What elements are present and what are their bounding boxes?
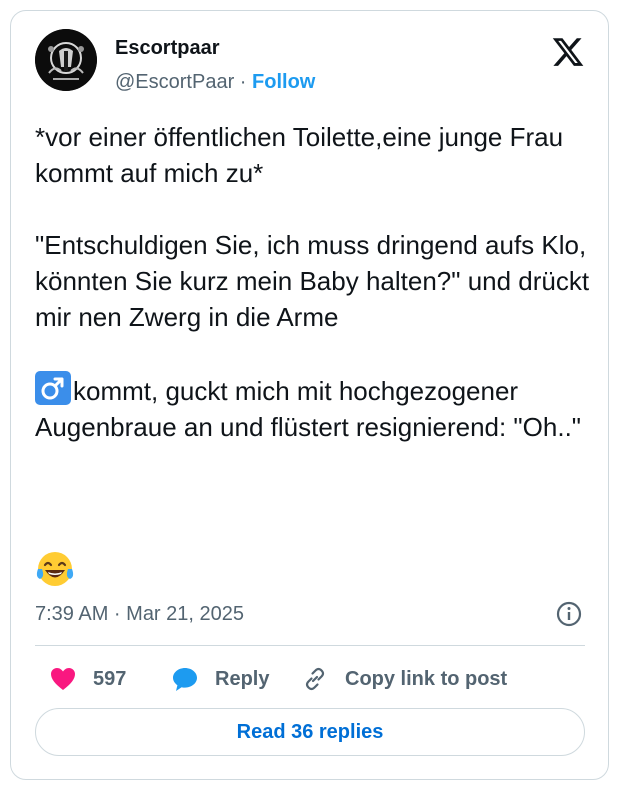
author-handle[interactable]: @EscortPaar: [115, 71, 234, 93]
reply-icon: [173, 668, 197, 691]
link-icon: [305, 667, 325, 691]
male-sign-icon: [35, 371, 71, 405]
avatar-image: [35, 29, 97, 91]
handle-separator: ·: [234, 71, 253, 93]
tweet-card: Escortpaar @EscortPaar · Follow *vor ein…: [10, 10, 609, 780]
info-icon[interactable]: [555, 600, 583, 628]
copy-link-button[interactable]: Copy link to post: [301, 657, 507, 701]
tweet-line-1: *vor einer öffentlichen Toilette,eine ju…: [35, 122, 564, 188]
heart-icon: [51, 668, 75, 690]
like-button[interactable]: 597: [49, 657, 126, 701]
face-with-tears-of-joy-icon: [36, 552, 74, 586]
avatar[interactable]: [35, 29, 97, 91]
follow-button[interactable]: Follow: [252, 71, 315, 93]
author-display-name[interactable]: Escortpaar: [115, 37, 220, 60]
read-replies-button[interactable]: Read 36 replies: [35, 708, 585, 756]
reply-button[interactable]: Reply: [171, 657, 269, 701]
author-handle-row: @EscortPaar · Follow: [115, 71, 315, 94]
x-logo-icon[interactable]: [551, 35, 585, 69]
tweet-timestamp[interactable]: 7:39 AM · Mar 21, 2025: [35, 603, 244, 626]
copy-link-label: Copy link to post: [345, 667, 508, 690]
tweet-actions: 597 Reply Copy link to post: [35, 657, 595, 701]
tweet-text: *vor einer öffentlichen Toilette,eine ju…: [35, 119, 595, 445]
reply-label: Reply: [215, 667, 270, 690]
tweet-line-3: kommt, guckt mich mit hochgezogener Auge…: [35, 376, 582, 442]
like-count: 597: [93, 667, 127, 690]
tweet-line-2: "Entschuldigen Sie, ich muss dringend au…: [35, 230, 590, 332]
divider: [35, 645, 585, 646]
